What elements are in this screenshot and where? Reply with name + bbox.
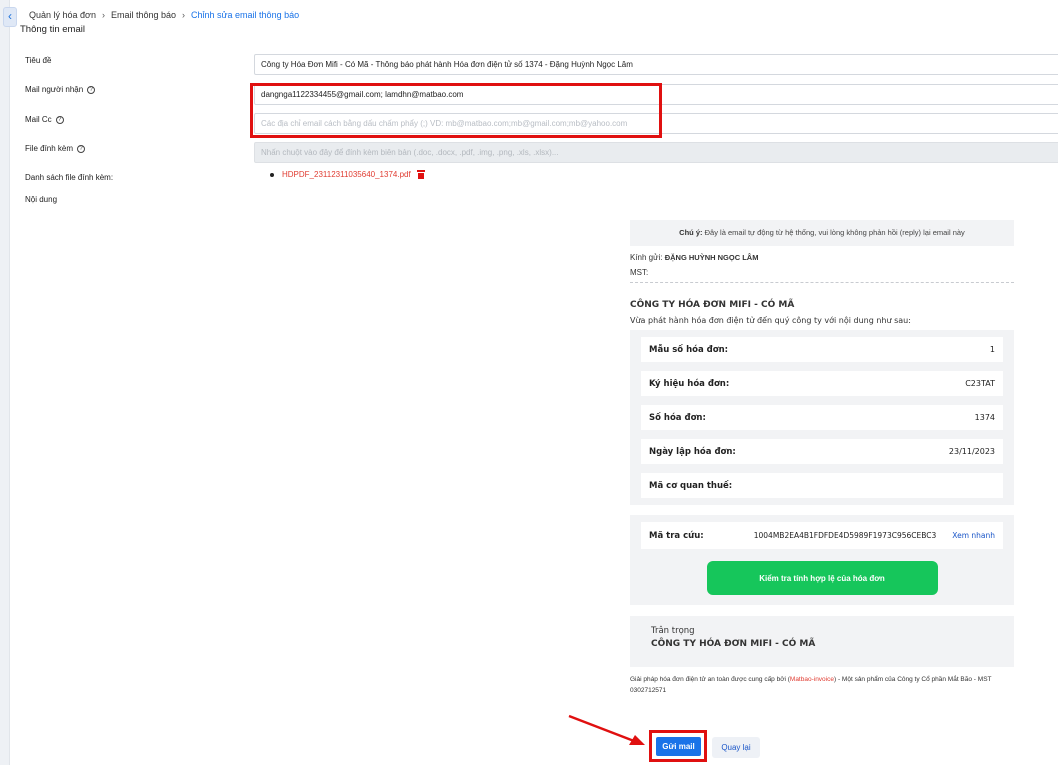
attachment-file-link[interactable]: HDPDF_23112311035640_1374.pdf <box>282 170 411 179</box>
breadcrumb: Quản lý hóa đơn › Email thông báo › Chỉn… <box>29 10 299 20</box>
detail-label: Ngày lập hóa đơn: <box>649 446 736 457</box>
detail-row: Số hóa đơn: 1374 <box>641 405 1003 430</box>
detail-label: Mẫu số hóa đơn: <box>649 344 729 355</box>
help-icon[interactable]: ? <box>77 144 86 153</box>
detail-value: C23TAT <box>965 379 995 388</box>
detail-label: Mã cơ quan thuế: <box>649 480 733 491</box>
cc-label: Mail Cc? <box>25 115 64 124</box>
chevron-left-icon: ‹ <box>8 9 12 23</box>
breadcrumb-item-email-notifications[interactable]: Email thông báo <box>111 10 176 20</box>
regards-box: Trân trọng CÔNG TY HÓA ĐƠN MIFI - CÓ MÃ <box>630 616 1014 667</box>
auto-email-note: Chú ý: Đây là email tự động từ hệ thống,… <box>630 220 1014 246</box>
recipients-label-text: Mail người nhận <box>25 85 84 94</box>
cc-input[interactable] <box>254 113 1058 134</box>
send-mail-button[interactable]: Gửi mail <box>656 737 701 756</box>
detail-row: Mã cơ quan thuế: <box>641 473 1003 498</box>
subject-label: Tiêu đề <box>25 56 51 65</box>
note-text: Đây là email tự động từ hệ thống, vui lò… <box>704 228 965 237</box>
attachment-label: File đính kèm? <box>25 144 86 153</box>
quick-view-link[interactable]: Xem nhanh <box>952 531 995 540</box>
intro-text: Vừa phát hành hóa đơn điện tử đến quý cô… <box>630 316 911 325</box>
content-label: Nội dung <box>25 195 58 204</box>
help-icon[interactable]: ? <box>55 115 64 124</box>
greeting-label: Kính gửi: <box>630 253 663 262</box>
attachment-label-text: File đính kèm <box>25 144 74 153</box>
collapse-sidebar-button[interactable]: ‹ <box>3 7 17 27</box>
detail-value: 1374 <box>974 413 995 422</box>
chevron-right-icon: › <box>182 10 185 20</box>
send-highlight-box: Gửi mail <box>649 730 707 762</box>
divider <box>630 282 1014 283</box>
detail-label: Ký hiệu hóa đơn: <box>649 378 730 389</box>
bullet-icon <box>270 172 274 177</box>
detail-value: 1 <box>989 345 995 354</box>
sidebar-strip <box>0 0 10 765</box>
recipients-input[interactable] <box>254 84 1058 105</box>
attachment-list-label: Danh sách file đính kèm: <box>25 173 114 182</box>
footer-pre: Giải pháp hóa đơn điện tử an toàn được c… <box>630 676 790 683</box>
lookup-row: Mã tra cứu: 1004MB2EA4B1FDFDE4D5989F1973… <box>641 522 1003 549</box>
detail-row: Ngày lập hóa đơn: 23/11/2023 <box>641 439 1003 464</box>
help-icon[interactable]: ? <box>87 85 96 94</box>
detail-row: Mẫu số hóa đơn: 1 <box>641 337 1003 362</box>
tax-code-label: MST: <box>630 268 649 277</box>
attachment-list-item: HDPDF_23112311035640_1374.pdf <box>270 170 425 179</box>
verify-invoice-button[interactable]: Kiểm tra tính hợp lệ của hóa đơn <box>706 561 938 595</box>
cc-label-text: Mail Cc <box>25 115 52 124</box>
footer-text: Giải pháp hóa đơn điện tử an toàn được c… <box>630 674 1014 696</box>
chevron-right-icon: › <box>101 10 105 20</box>
greeting-name: ĐẶNG HUỲNH NGỌC LÂM <box>664 253 759 262</box>
company-name: CÔNG TY HÓA ĐƠN MIFI - CÓ MÃ <box>630 300 795 310</box>
greeting: Kính gửi: ĐẶNG HUỲNH NGỌC LÂM MST: <box>630 250 1014 280</box>
back-button[interactable]: Quay lại <box>712 737 760 758</box>
note-bold: Chú ý: <box>679 228 703 237</box>
subject-input[interactable] <box>254 54 1058 75</box>
subject-label-text: Tiêu đề <box>25 56 52 65</box>
regards-text: Trân trọng <box>651 626 695 636</box>
lookup-label: Mã tra cứu: <box>649 530 704 541</box>
breadcrumb-current: Chỉnh sửa email thông báo <box>191 10 300 20</box>
annotation-arrow-icon <box>568 714 645 745</box>
detail-value: 23/11/2023 <box>948 447 995 456</box>
detail-row: Ký hiệu hóa đơn: C23TAT <box>641 371 1003 396</box>
breadcrumb-item-invoices[interactable]: Quản lý hóa đơn <box>29 10 96 20</box>
trash-icon[interactable] <box>416 170 425 179</box>
invoice-details: Mẫu số hóa đơn: 1 Ký hiệu hóa đơn: C23TAT … <box>630 330 1014 505</box>
regards-company: CÔNG TY HÓA ĐƠN MIFI - CÓ MÃ <box>651 639 816 649</box>
lookup-code: 1004MB2EA4B1FDFDE4D5989F1973C956CEBC3 <box>753 531 937 540</box>
detail-label: Số hóa đơn: <box>649 412 706 423</box>
lookup-section: Mã tra cứu: 1004MB2EA4B1FDFDE4D5989F1973… <box>630 515 1014 605</box>
section-title: Thông tin email <box>20 24 85 35</box>
footer-brand-link[interactable]: Matbao-invoice <box>790 676 834 683</box>
attachment-dropzone[interactable]: Nhấn chuột vào đây để đính kèm biên bản … <box>254 142 1058 163</box>
email-preview: Chú ý: Đây là email tự động từ hệ thống,… <box>630 220 1014 696</box>
recipients-label: Mail người nhận? <box>25 85 96 94</box>
